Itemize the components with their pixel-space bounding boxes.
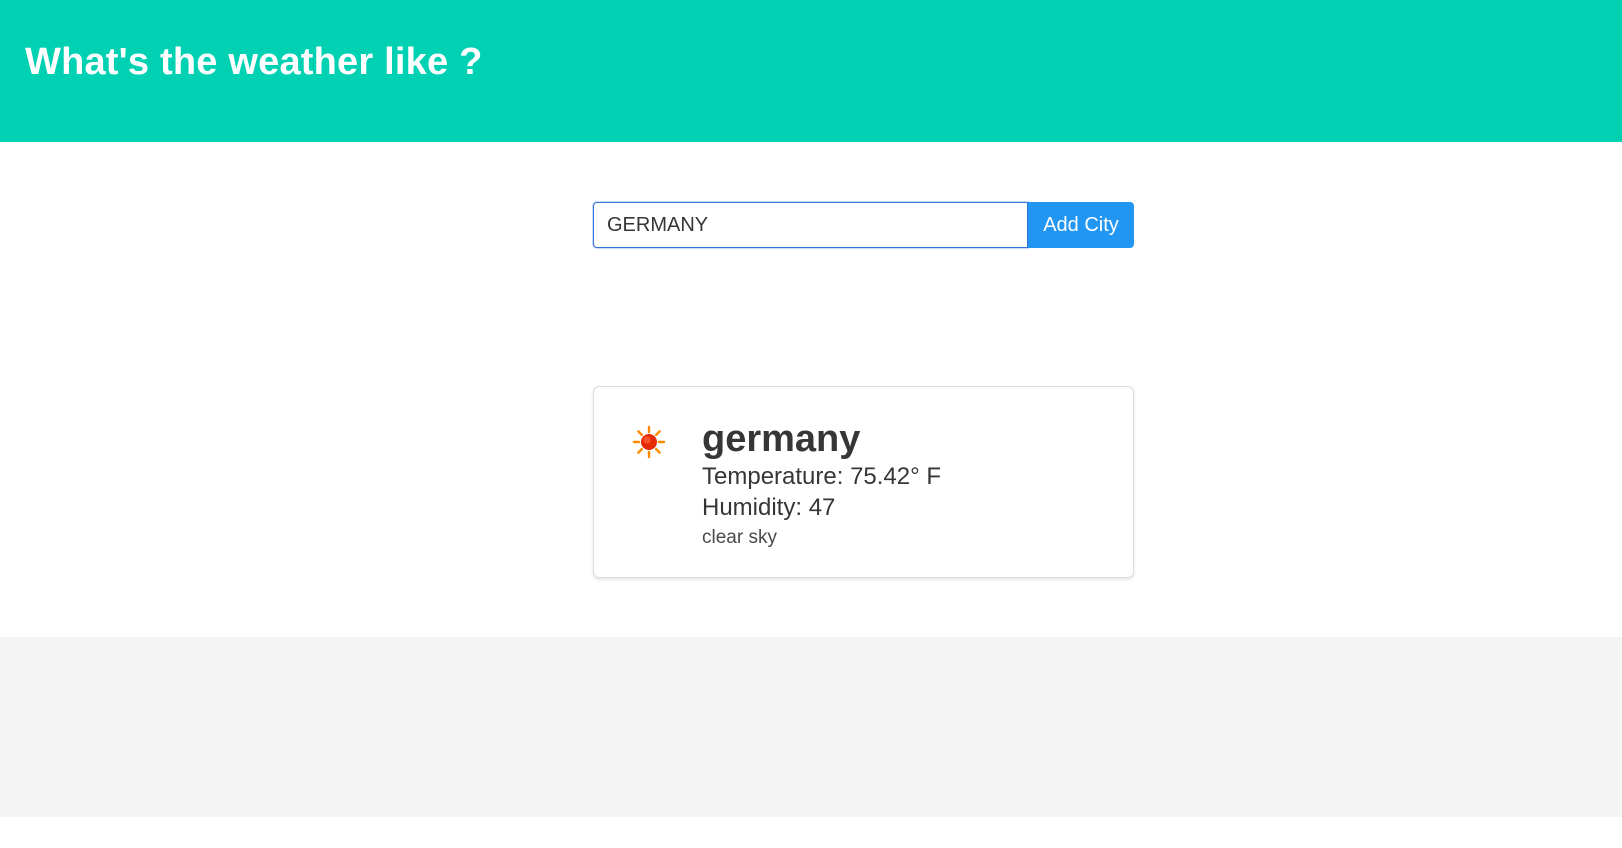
city-name: germany bbox=[702, 418, 861, 460]
sun-icon bbox=[632, 425, 666, 459]
weather-description: clear sky bbox=[702, 527, 777, 548]
weather-details: germany Temperature: 75.42° F Humidity: … bbox=[702, 417, 941, 553]
add-city-button[interactable]: Add City bbox=[1028, 202, 1134, 248]
humidity-text: Humidity: 47 bbox=[702, 494, 836, 521]
temperature-text: Temperature: 75.42° F bbox=[702, 463, 942, 490]
city-input[interactable] bbox=[593, 202, 1028, 248]
weather-card: germany Temperature: 75.42° F Humidity: … bbox=[593, 386, 1134, 578]
header-banner: What's the weather like ? bbox=[0, 0, 1622, 142]
page-title: What's the weather like ? bbox=[25, 41, 483, 83]
footer bbox=[0, 637, 1622, 817]
add-city-form: Add City bbox=[593, 202, 1134, 248]
